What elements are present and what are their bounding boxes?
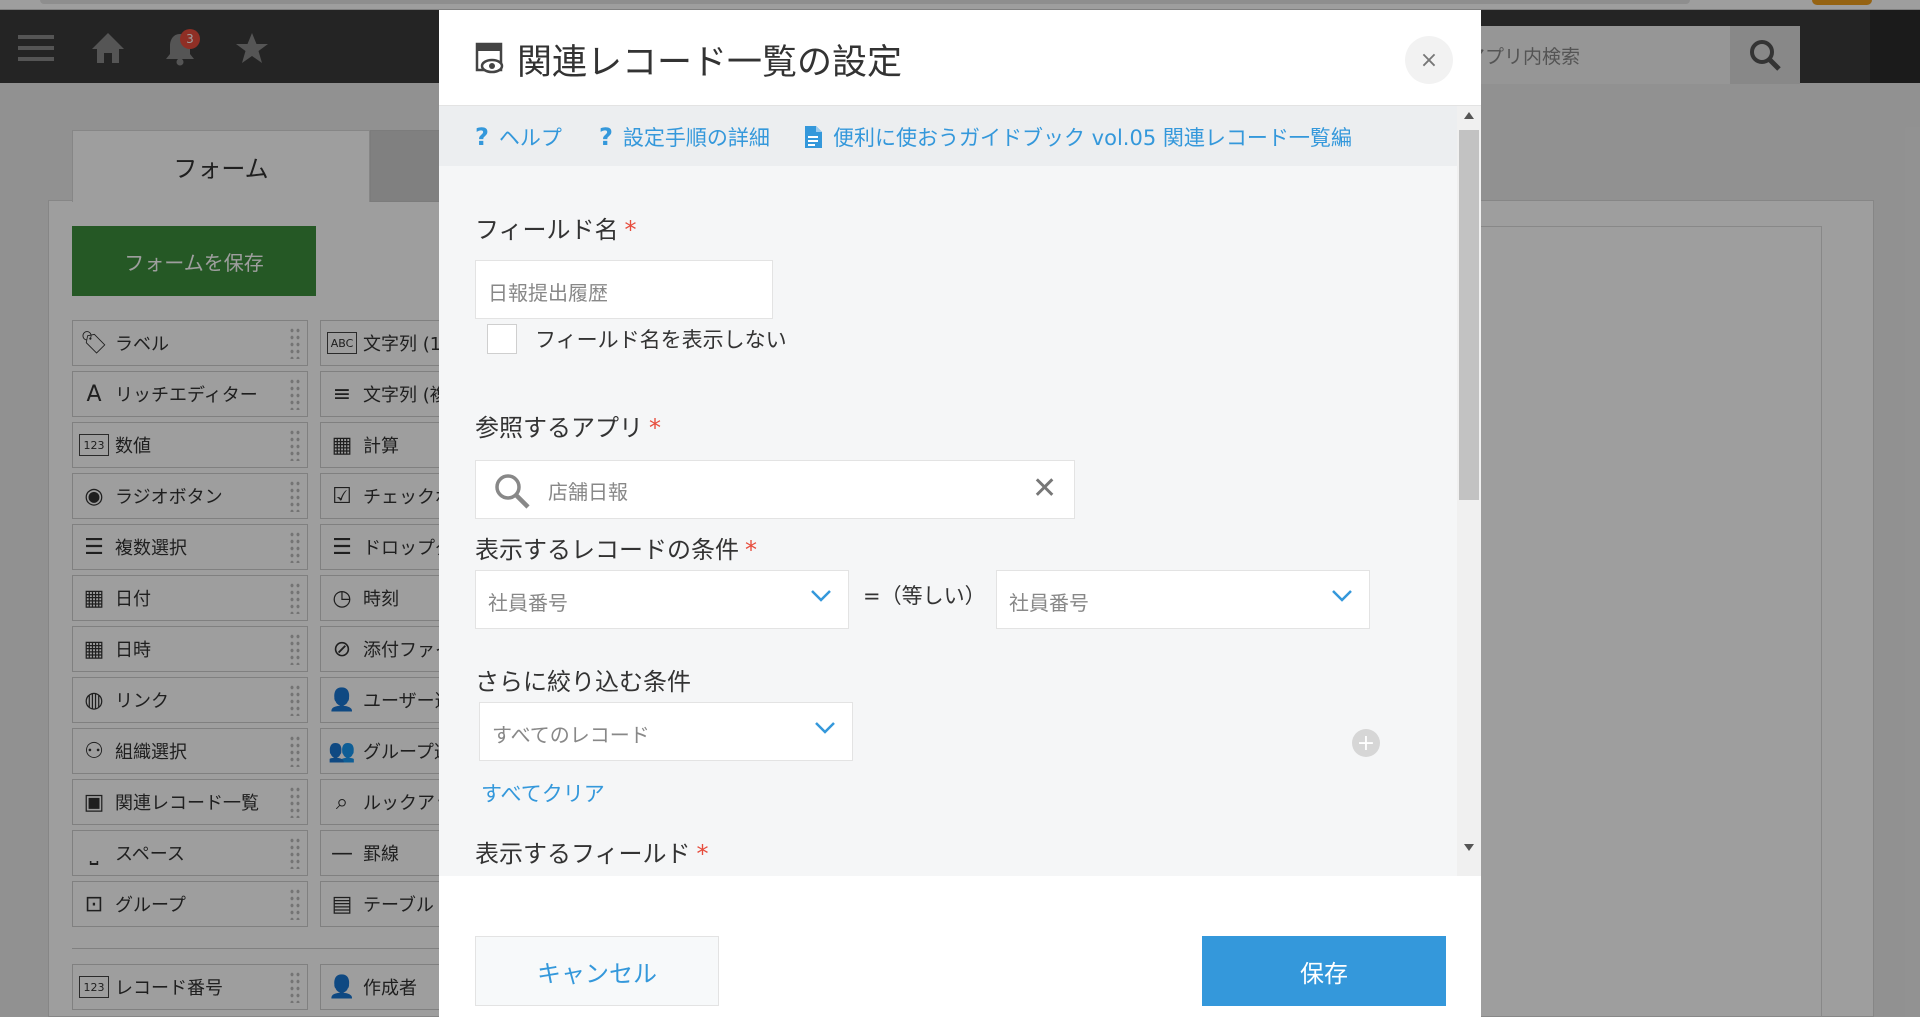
question-icon: ? (475, 123, 489, 151)
close-button[interactable]: × (1405, 36, 1453, 84)
condition-field-value: 社員番号 (488, 591, 568, 615)
related-records-settings-dialog: 関連レコード一覧の設定 × ? ヘルプ ? 設定手順の詳細 便利に使おうガイドブ… (439, 10, 1481, 1017)
related-records-icon (475, 42, 504, 74)
chevron-down-icon (811, 590, 831, 602)
dialog-footer: キャンセル 保存 (439, 884, 1481, 1017)
dialog-title: 関連レコード一覧の設定 (517, 43, 903, 83)
display-fields-label: 表示するフィールド * (475, 840, 709, 868)
scroll-down-icon[interactable] (1464, 844, 1474, 851)
plus-icon: + (1356, 730, 1376, 756)
cancel-button[interactable]: キャンセル (475, 936, 719, 1006)
scroll-up-icon[interactable] (1464, 112, 1474, 119)
clear-app-icon[interactable]: ✕ (1032, 471, 1057, 506)
setup-details-label: 設定手順の詳細 (622, 126, 770, 150)
required-mark: * (624, 216, 637, 244)
filter-condition-value: すべてのレコード (492, 723, 650, 747)
reference-app-picker[interactable]: 店舗日報 ✕ (475, 460, 1075, 519)
search-icon (495, 474, 530, 509)
setup-details-link[interactable]: ? 設定手順の詳細 (599, 122, 770, 152)
hide-field-name-label: フィールド名を表示しない (535, 328, 787, 352)
save-button[interactable]: 保存 (1202, 936, 1446, 1006)
condition-related-field-select[interactable]: 社員番号 (996, 570, 1370, 629)
condition-related-field-value: 社員番号 (1009, 591, 1089, 615)
required-mark: * (696, 840, 709, 868)
hide-field-name-checkbox[interactable] (487, 324, 517, 354)
field-name-input[interactable]: 日報提出履歴 (475, 260, 773, 319)
guidebook-link[interactable]: 便利に使おうガイドブック vol.05 関連レコード一覧編 (803, 122, 1352, 152)
hide-field-name-option[interactable]: フィールド名を表示しない (487, 324, 787, 354)
help-bar: ? ヘルプ ? 設定手順の詳細 便利に使おうガイドブック vol.05 関連レコ… (439, 106, 1457, 166)
help-link-label: ヘルプ (498, 126, 562, 150)
required-mark: * (745, 536, 757, 564)
guidebook-label: 便利に使おうガイドブック vol.05 関連レコード一覧編 (833, 126, 1352, 150)
filter-condition-select[interactable]: すべてのレコード (479, 702, 853, 761)
required-mark: * (649, 414, 661, 442)
record-condition-label: 表示するレコードの条件 * (475, 536, 757, 564)
vertical-scroll-thumb[interactable] (1459, 130, 1479, 500)
question-icon: ? (599, 123, 613, 151)
dialog-body: ? ヘルプ ? 設定手順の詳細 便利に使おうガイドブック vol.05 関連レコ… (439, 106, 1457, 876)
chevron-down-icon (1332, 590, 1352, 602)
document-icon (805, 126, 822, 148)
close-icon: × (1419, 47, 1439, 73)
condition-field-select[interactable]: 社員番号 (475, 570, 849, 629)
field-name-label: フィールド名 * (475, 216, 637, 244)
reference-app-label: 参照するアプリ * (475, 414, 661, 442)
condition-operator: =（等しい） (863, 584, 986, 608)
add-filter-button[interactable]: + (1352, 729, 1380, 757)
help-link[interactable]: ? ヘルプ (475, 122, 562, 152)
clear-all-link[interactable]: すべてクリア (481, 778, 605, 808)
vertical-scrollbar[interactable] (1457, 106, 1481, 876)
filter-condition-label: さらに絞り込む条件 (475, 668, 691, 696)
dialog-header: 関連レコード一覧の設定 × (439, 10, 1481, 106)
chevron-down-icon (815, 722, 835, 734)
reference-app-value: 店舗日報 (548, 480, 628, 504)
